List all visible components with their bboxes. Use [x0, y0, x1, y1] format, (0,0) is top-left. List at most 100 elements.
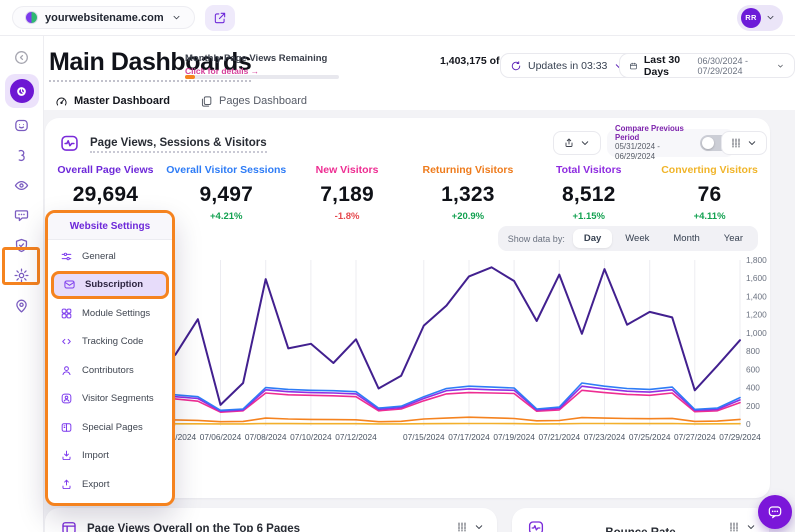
column-filter-icon [730, 137, 742, 149]
person-badge-icon [60, 392, 73, 405]
chevron-down-icon [473, 521, 485, 532]
website-settings-popup: Website Settings GeneralSubscriptionModu… [45, 210, 175, 506]
x-tick: 07/25/2024 [629, 432, 671, 442]
menu-item-visitor-segments[interactable]: Visitor Segments [51, 385, 169, 414]
chevron-down-icon [765, 12, 776, 23]
x-tick: 07/17/2024 [448, 432, 490, 442]
menu-item-tracking-code[interactable]: Tracking Code [51, 328, 169, 357]
date-range-picker[interactable]: Last 30 Days 06/30/2024 - 07/29/2024 [619, 53, 795, 78]
column-filter-icon [456, 521, 468, 532]
metric-converting-visitors: Converting Visitors76+4.11% [649, 164, 770, 222]
tab-label: Pages Dashboard [219, 95, 307, 107]
mail-face-icon [13, 117, 30, 134]
metric-overall-visitor-sessions: Overall Visitor Sessions9,497+4.21% [166, 164, 287, 222]
show-data-by-label: Show data by: [502, 234, 571, 244]
y-tick: 1,000 [746, 328, 767, 338]
sidebar-item-feedback[interactable] [7, 202, 37, 228]
metric-change: -1.8% [287, 211, 408, 222]
collapse-icon [13, 49, 30, 66]
granularity-year[interactable]: Year [713, 229, 754, 248]
quota-progressbar [185, 75, 339, 79]
granularity-week[interactable]: Week [614, 229, 660, 248]
sidebar-item-locations[interactable] [7, 292, 37, 318]
support-chat-button[interactable] [758, 495, 792, 529]
chat-icon [767, 504, 783, 520]
metric-value: 1,323 [407, 183, 528, 207]
menu-item-general[interactable]: General [51, 242, 169, 271]
envelope-icon [63, 278, 76, 291]
chart-options-button[interactable] [721, 131, 767, 155]
topbar: yourwebsitename.com RR [0, 0, 795, 36]
chat-icon [13, 207, 30, 224]
site-switcher[interactable]: yourwebsitename.com [12, 6, 195, 29]
granularity-month[interactable]: Month [662, 229, 710, 248]
metric-label: Returning Visitors [407, 164, 528, 176]
menu-item-module-settings[interactable]: Module Settings [51, 299, 169, 328]
metric-returning-visitors: Returning Visitors1,323+20.9% [407, 164, 528, 222]
menu-item-label: Module Settings [82, 308, 150, 319]
sidebar-item-interactions[interactable] [7, 142, 37, 168]
external-link-icon [213, 11, 227, 25]
compare-previous-period: Compare Previous Period 05/31/2024 - 06/… [607, 129, 735, 157]
metric-label: Overall Visitor Sessions [166, 164, 287, 176]
app-root: yourwebsitename.com RR Main Dashboards M… [0, 0, 795, 532]
menu-item-label: Visitor Segments [82, 393, 154, 404]
metric-new-visitors: New Visitors7,189-1.8% [287, 164, 408, 222]
sliders-h-icon [60, 250, 73, 263]
updates-label: Updates in 03:33 [528, 60, 607, 72]
range-dates: 06/30/2024 - 07/29/2024 [697, 56, 770, 76]
metric-change: +4.11% [649, 211, 770, 222]
y-tick: 200 [746, 401, 760, 411]
menu-item-label: Special Pages [82, 422, 143, 433]
import-icon [60, 449, 73, 462]
modules-icon [60, 307, 73, 320]
chevron-down-icon [745, 521, 757, 532]
split-pages-icon [60, 421, 73, 434]
metric-value: 8,512 [528, 183, 649, 207]
sidebar-item-dashboards[interactable] [5, 74, 39, 108]
x-tick: 07/27/2024 [674, 432, 716, 442]
x-tick: 07/19/2024 [493, 432, 535, 442]
open-site-button[interactable] [205, 5, 235, 31]
card-title: Page Views, Sessions & Visitors [90, 137, 267, 153]
popup-menu: General Subscription Module Settings Tracki… [48, 240, 172, 501]
y-tick: 1,400 [746, 291, 767, 301]
menu-item-export[interactable]: Export [51, 470, 169, 499]
menu-item-label: General [82, 251, 116, 262]
card-title: Bounce Rate [605, 527, 675, 532]
card-tools[interactable] [728, 521, 757, 532]
menu-item-special-pages[interactable]: Special Pages [51, 413, 169, 442]
metric-label: Total Visitors [528, 164, 649, 176]
y-tick: 600 [746, 364, 760, 374]
y-tick: 1,800 [746, 255, 767, 265]
swirl-icon [13, 147, 30, 164]
site-favicon [25, 11, 38, 24]
settings-highlight-box [2, 247, 40, 285]
x-tick: 07/10/2024 [290, 432, 332, 442]
user-menu[interactable]: RR [737, 5, 783, 31]
compare-label: Compare Previous Period [615, 124, 694, 142]
sidebar-item-inbox[interactable] [7, 112, 37, 138]
y-tick: 1,200 [746, 310, 767, 320]
metric-change: +4.21% [166, 211, 287, 222]
granularity-day[interactable]: Day [573, 229, 612, 248]
menu-item-subscription[interactable]: Subscription [51, 271, 169, 300]
quota-label: Monthly Page Views Remaining [185, 53, 327, 64]
y-tick: 400 [746, 383, 760, 393]
x-tick: 07/29/2024 [719, 432, 761, 442]
menu-item-import[interactable]: Import [51, 442, 169, 471]
column-filter-icon [728, 521, 740, 532]
calendar-icon [629, 60, 638, 72]
series-total-visitors [85, 386, 740, 411]
x-tick: 07/08/2024 [245, 432, 287, 442]
sidebar-item-collapse-nav[interactable] [7, 44, 37, 70]
updates-dropdown[interactable]: Updates in 03:33 [500, 53, 635, 78]
card-tools[interactable] [456, 521, 485, 532]
active-indicator [10, 79, 34, 103]
metric-total-visitors: Total Visitors8,512+1.15% [528, 164, 649, 222]
bounce-rate-card: Bounce Rate [512, 508, 769, 532]
sidebar-item-audience[interactable] [7, 172, 37, 198]
menu-item-label: Export [82, 479, 109, 490]
export-menu-button[interactable] [553, 131, 601, 155]
menu-item-contributors[interactable]: Contributors [51, 356, 169, 385]
